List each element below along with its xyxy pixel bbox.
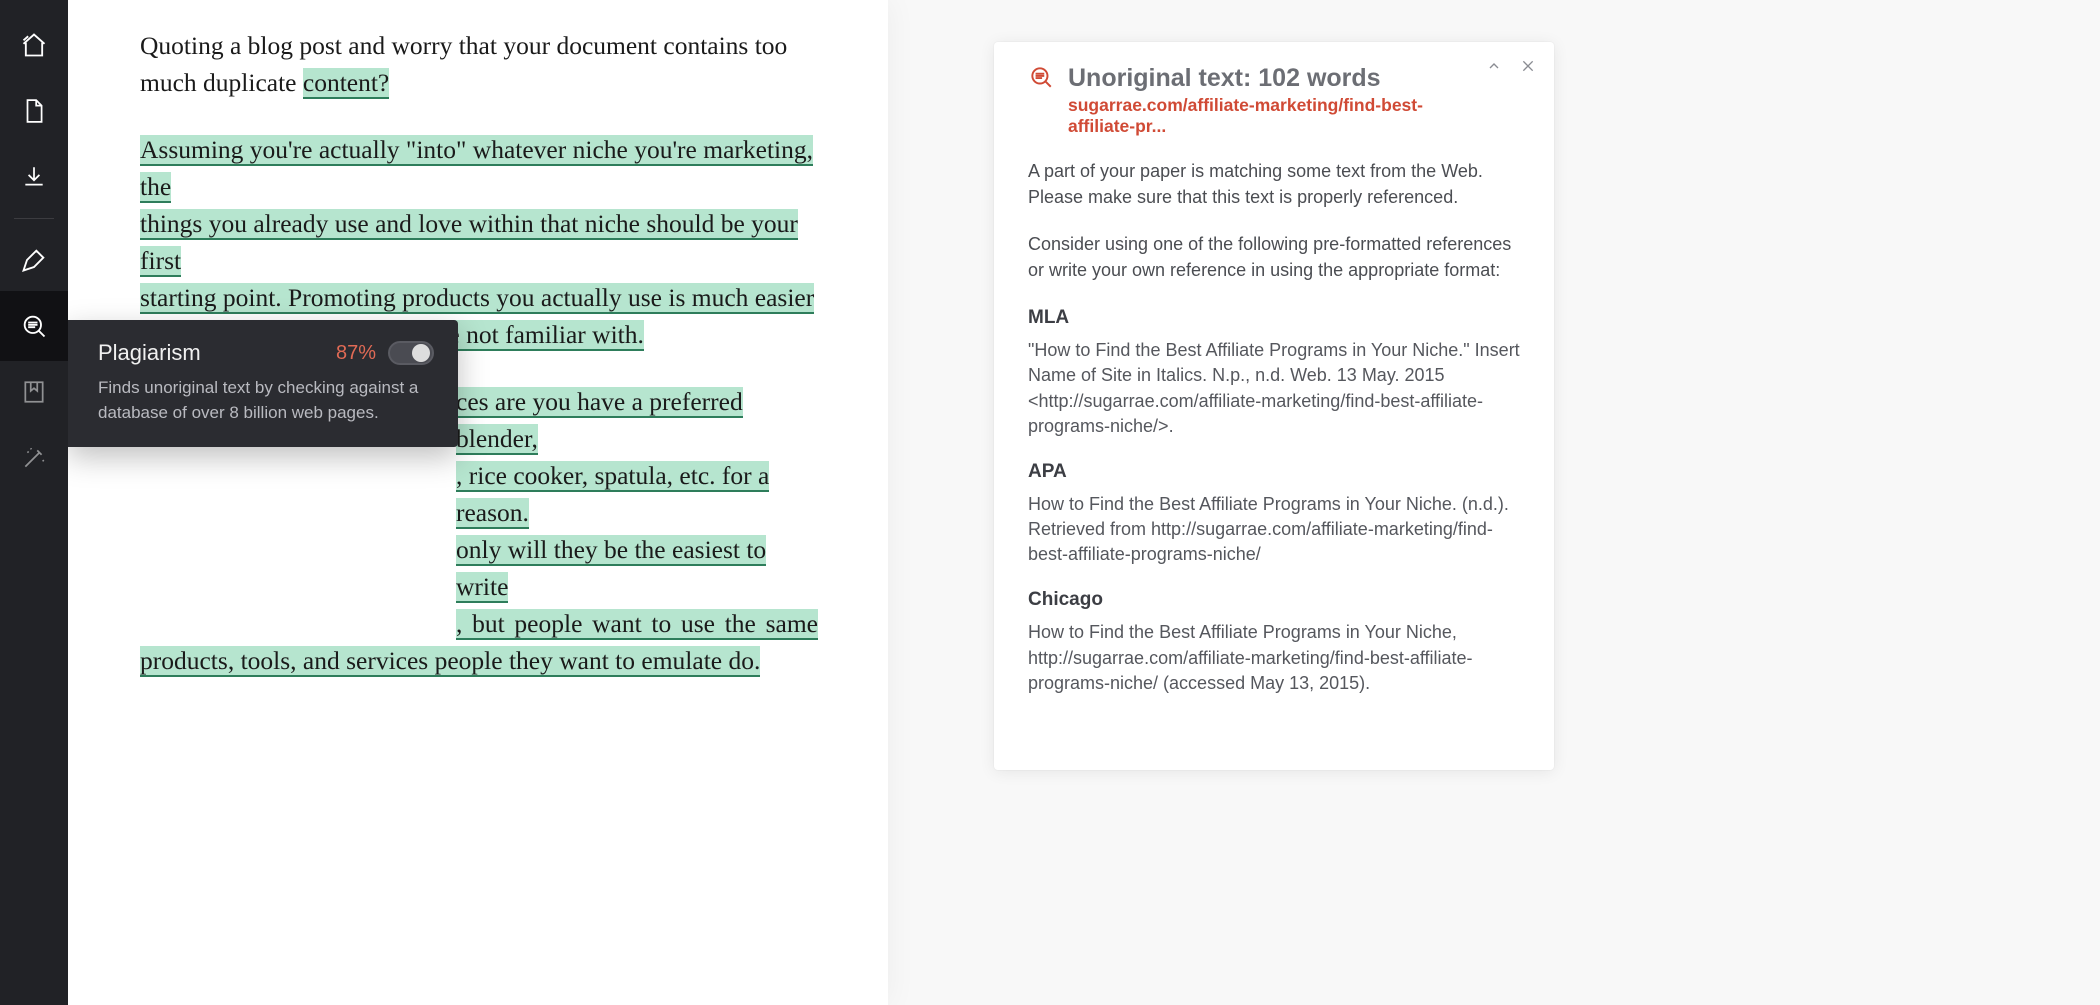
document-icon[interactable] xyxy=(19,96,49,126)
highlighted-text[interactable]: products, tools, and services people the… xyxy=(140,646,760,677)
plagiarism-result-icon xyxy=(1028,64,1054,95)
sidebar-divider xyxy=(14,218,54,219)
wand-icon[interactable] xyxy=(19,443,49,473)
plagiarism-popover: Plagiarism 87% Finds unoriginal text by … xyxy=(68,320,458,447)
highlighted-text[interactable]: only will they be the easiest to write xyxy=(456,535,766,603)
panel-message: A part of your paper is matching some te… xyxy=(1028,159,1520,210)
home-icon[interactable] xyxy=(19,30,49,60)
highlighted-text[interactable]: starting point. Promoting products you a… xyxy=(140,283,814,314)
highlighted-text[interactable]: content? xyxy=(303,68,389,99)
mla-citation[interactable]: "How to Find the Best Affiliate Programs… xyxy=(1028,338,1520,439)
mla-label: MLA xyxy=(1028,305,1520,332)
chicago-citation[interactable]: How to Find the Best Affiliate Programs … xyxy=(1028,620,1520,696)
chicago-label: Chicago xyxy=(1028,587,1520,614)
pen-icon[interactable] xyxy=(19,245,49,275)
apa-label: APA xyxy=(1028,459,1520,486)
popover-description: Finds unoriginal text by checking agains… xyxy=(98,376,434,425)
plagiarism-icon[interactable] xyxy=(19,311,49,341)
plagiarism-percentage: 87% xyxy=(336,342,376,365)
popover-title: Plagiarism xyxy=(98,340,201,366)
highlighted-text[interactable]: , rice cooker, spatula, etc. for a reaso… xyxy=(456,461,769,529)
highlighted-text[interactable]: , but people want to use the same xyxy=(456,609,818,640)
apa-citation[interactable]: How to Find the Best Affiliate Programs … xyxy=(1028,492,1520,568)
paragraph-1: Quoting a blog post and worry that your … xyxy=(140,28,818,102)
source-link[interactable]: sugarrae.com/affiliate-marketing/find-be… xyxy=(1068,95,1470,137)
bookmark-icon[interactable] xyxy=(19,377,49,407)
sidebar xyxy=(0,0,68,1005)
panel-title: Unoriginal text: 102 words xyxy=(1068,64,1470,93)
plagiarism-toggle[interactable] xyxy=(388,341,434,365)
highlighted-text[interactable]: Assuming you're actually "into" whatever… xyxy=(140,135,813,203)
close-icon[interactable] xyxy=(1518,56,1538,76)
highlighted-text[interactable]: things you already use and love within t… xyxy=(140,209,798,277)
collapse-icon[interactable] xyxy=(1484,56,1504,76)
panel-message: Consider using one of the following pre-… xyxy=(1028,232,1520,283)
highlighted-text[interactable]: ces are you have a preferred blender, xyxy=(456,387,743,455)
plagiarism-result-panel: Unoriginal text: 102 words sugarrae.com/… xyxy=(994,42,1554,770)
document-editor[interactable]: Quoting a blog post and worry that your … xyxy=(68,0,888,1005)
download-icon[interactable] xyxy=(19,162,49,192)
